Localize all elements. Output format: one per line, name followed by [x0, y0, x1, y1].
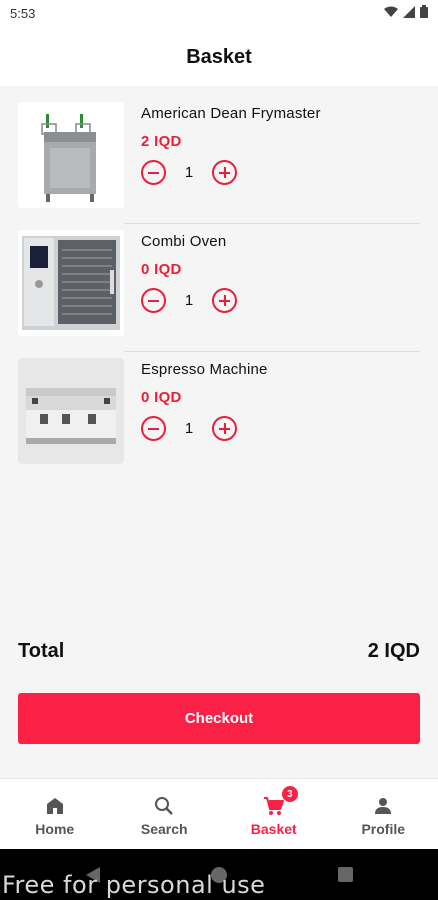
- product-image-deep-fryer: [18, 102, 124, 208]
- nav-label-profile: Profile: [361, 821, 406, 837]
- watermark: Free for personal use: [2, 871, 266, 899]
- cart-count-badge: 3: [280, 785, 299, 803]
- bottom-nav: Home Search 3 Basket Profile: [0, 778, 438, 850]
- recents-button[interactable]: [338, 867, 353, 882]
- product-image-combi-oven: [18, 230, 124, 336]
- nav-item-profile[interactable]: Profile: [329, 779, 438, 850]
- status-bar: 5:53: [0, 0, 438, 28]
- increase-quantity-button[interactable]: [212, 160, 237, 185]
- wifi-icon: [384, 6, 398, 17]
- nav-item-search[interactable]: Search: [110, 779, 220, 850]
- nav-label-basket: Basket: [250, 821, 297, 837]
- decrease-quantity-button[interactable]: [141, 416, 166, 441]
- battery-icon: [420, 5, 428, 18]
- item-name: American Dean Frymaster: [141, 105, 321, 122]
- home-icon: [44, 795, 66, 817]
- nav-label-search: Search: [140, 821, 188, 837]
- total-label: Total: [18, 640, 65, 662]
- item-price: 0 IQD: [141, 389, 182, 406]
- status-time: 5:53: [10, 6, 36, 21]
- basket-list: American Dean Frymaster 2 IQD 1 Combi Ov…: [0, 96, 438, 480]
- search-icon: [153, 795, 175, 817]
- quantity-value: 1: [184, 164, 194, 181]
- quantity-stepper: 1: [141, 288, 237, 313]
- increase-quantity-button[interactable]: [212, 416, 237, 441]
- page-title: Basket: [186, 45, 252, 68]
- quantity-value: 1: [184, 292, 194, 309]
- nav-label-home: Home: [35, 821, 75, 837]
- checkout-button[interactable]: Checkout: [18, 693, 420, 744]
- basket-item[interactable]: Combi Oven 0 IQD 1: [0, 224, 438, 352]
- signal-icon: [403, 5, 415, 18]
- item-price: 2 IQD: [141, 133, 182, 150]
- total-value: 2 IQD: [367, 640, 420, 662]
- decrease-quantity-button[interactable]: [141, 160, 166, 185]
- app-header: Basket: [0, 28, 438, 86]
- basket-item[interactable]: Espresso Machine 0 IQD 1: [0, 352, 438, 480]
- status-icons: [384, 5, 428, 18]
- quantity-stepper: 1: [141, 416, 237, 441]
- basket-item[interactable]: American Dean Frymaster 2 IQD 1: [0, 96, 438, 224]
- decrease-quantity-button[interactable]: [141, 288, 166, 313]
- total-row: Total 2 IQD: [18, 640, 420, 663]
- nav-item-home[interactable]: Home: [0, 779, 110, 850]
- increase-quantity-button[interactable]: [212, 288, 237, 313]
- quantity-stepper: 1: [141, 160, 237, 185]
- item-name: Espresso Machine: [141, 361, 268, 378]
- system-nav-bar: Free for personal use: [0, 849, 438, 900]
- nav-item-basket[interactable]: 3 Basket: [219, 779, 329, 850]
- quantity-value: 1: [184, 420, 194, 437]
- person-icon: [372, 795, 394, 817]
- item-price: 0 IQD: [141, 261, 182, 278]
- item-name: Combi Oven: [141, 233, 227, 250]
- product-image-espresso-machine: [18, 358, 124, 464]
